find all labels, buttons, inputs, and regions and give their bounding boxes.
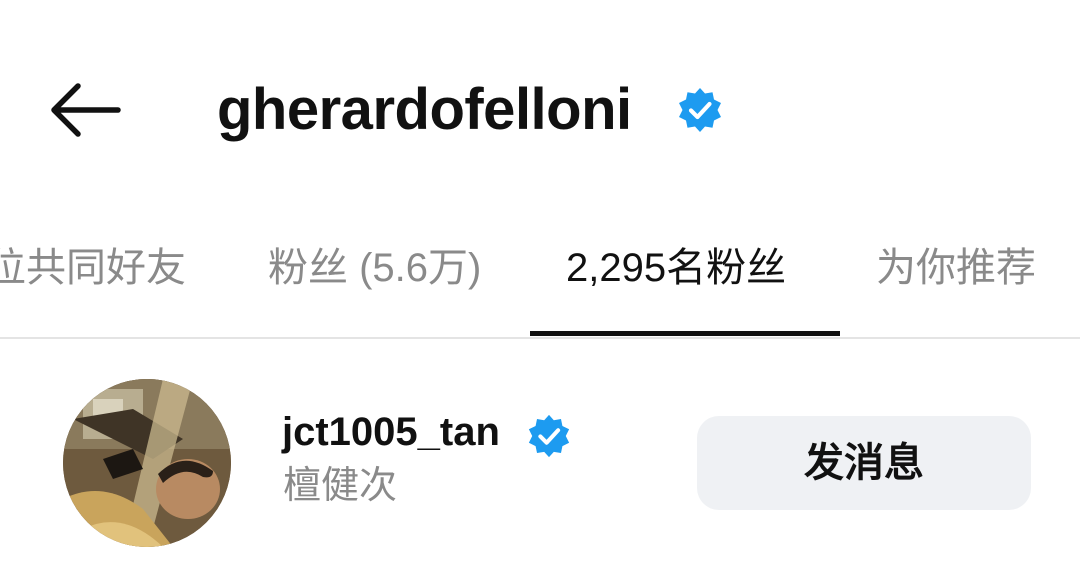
verified-badge-icon	[526, 413, 572, 459]
tab-following[interactable]: 2,295名粉丝	[566, 220, 786, 316]
followers-tabs: 位共同好友 粉丝 (5.6万) 2,295名粉丝 为你推荐	[0, 220, 1080, 338]
message-button[interactable]: 发消息	[697, 416, 1031, 510]
active-tab-indicator	[530, 331, 840, 336]
list-item-fullname: 檀健次	[283, 465, 398, 507]
list-item-username[interactable]: jct1005_tan	[282, 405, 500, 459]
tab-mutual-friends[interactable]: 位共同好友	[0, 220, 186, 316]
verified-badge-icon	[676, 86, 724, 134]
back-button[interactable]	[44, 78, 124, 142]
tab-followers[interactable]: 粉丝 (5.6万)	[268, 220, 481, 316]
arrow-left-icon	[51, 83, 121, 137]
tab-suggested[interactable]: 为你推荐	[876, 220, 1036, 316]
list-item[interactable]: jct1005_tan 檀健次 发消息	[0, 339, 1080, 570]
profile-username: gherardofelloni	[217, 77, 632, 142]
avatar[interactable]	[63, 379, 231, 547]
profile-header: gherardofelloni	[0, 0, 1080, 220]
